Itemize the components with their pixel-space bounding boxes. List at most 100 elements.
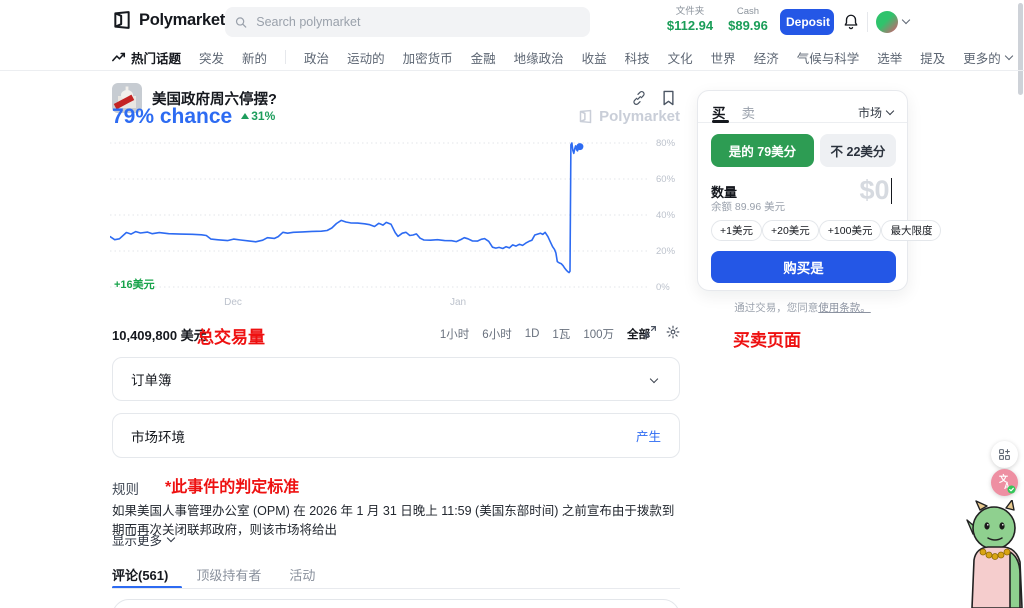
chevron-down-icon	[1005, 51, 1013, 59]
arrow-up-icon	[241, 113, 249, 119]
chance-display: 79% chance 31%	[112, 106, 275, 123]
order-book-chevron-down-icon[interactable]	[650, 375, 658, 383]
nav-item[interactable]: 文化	[668, 48, 693, 67]
x-axis-tick: Jan	[450, 297, 466, 308]
pnl-indicator: +16美元	[114, 276, 155, 292]
brand-logo[interactable]: Polymarket	[112, 10, 225, 30]
show-more-button[interactable]: 显示更多	[112, 530, 174, 549]
portfolio-label: 文件夹	[666, 6, 714, 17]
comment-input[interactable]	[112, 599, 680, 608]
quick-amount-chip[interactable]: +100美元	[819, 220, 882, 241]
price-chart[interactable]: 0%20%40%60%80%DecJan	[110, 128, 682, 312]
text-cursor	[891, 178, 893, 204]
order-book-card[interactable]: 订单簿	[112, 357, 680, 401]
y-axis-tick: 80%	[656, 138, 676, 149]
timeframe-button[interactable]: 1小时	[440, 326, 469, 342]
chart-watermark: Polymarket	[578, 108, 680, 125]
search-input[interactable]	[254, 14, 580, 30]
terms-notice: 通过交易，您同意使用条款。	[697, 300, 908, 315]
nav-item[interactable]: 新的	[242, 48, 267, 67]
nav-item[interactable]: 突发	[199, 48, 224, 67]
rules-title: 规则	[112, 478, 139, 498]
nav-item[interactable]: 经济	[754, 48, 779, 67]
y-axis-tick: 40%	[656, 210, 676, 221]
total-volume: 10,409,800 美元	[112, 325, 207, 344]
y-axis-tick: 0%	[656, 282, 670, 293]
expand-chart-icon[interactable]	[644, 325, 657, 338]
no-price-button[interactable]: 不 22美分	[820, 134, 896, 167]
bookmark-icon[interactable]	[661, 90, 676, 106]
cash-balance[interactable]: Cash $89.96	[726, 6, 770, 34]
buy-tab[interactable]: 买	[712, 102, 726, 122]
quick-amount-chip[interactable]: +20美元	[762, 220, 819, 241]
price-line	[110, 143, 580, 273]
nav-item[interactable]: 选举	[877, 48, 902, 67]
nav-item[interactable]: 收益	[582, 48, 607, 67]
nav-item-trending[interactable]: 热门话题	[112, 48, 181, 67]
price-chart-svg[interactable]: 0%20%40%60%80%DecJan	[110, 128, 682, 312]
cash-value: $89.96	[726, 17, 770, 34]
buy-yes-cta-button[interactable]: 购买是	[711, 251, 896, 283]
generate-context-link[interactable]: 产生	[636, 426, 661, 445]
nav-item[interactable]: 地缘政治	[514, 48, 564, 67]
brand-name: Polymarket	[139, 11, 225, 30]
search-bar[interactable]	[225, 7, 590, 37]
terms-link[interactable]: 使用条款。	[818, 302, 871, 314]
x-axis-tick: Dec	[224, 297, 242, 308]
nav-divider	[285, 50, 286, 64]
trade-panel: 买 卖 市场 是的 79美分 不 22美分 数量 余额 89.96 美元 $0 …	[697, 90, 908, 291]
widget-apps-button[interactable]	[991, 441, 1018, 468]
yes-price-button[interactable]: 是的 79美分	[711, 134, 814, 167]
nav-more-label: 更多的	[963, 48, 1001, 67]
top-header: Polymarket 文件夹 $112.94 Cash $89.96 Depos…	[0, 0, 1024, 44]
discussion-tabs: 评论(561) 顶级持有者 活动	[112, 565, 315, 584]
portfolio-value: $112.94	[666, 17, 714, 34]
order-book-title: 订单簿	[131, 369, 651, 389]
copy-link-icon[interactable]	[631, 90, 647, 106]
volume-row: 10,409,800 美元 总交易量 1小时6小时1D1瓦100万全部	[112, 323, 680, 343]
sell-tab[interactable]: 卖	[742, 102, 756, 122]
nav-item[interactable]: 提及	[920, 48, 945, 67]
nav-item[interactable]: 科技	[625, 48, 650, 67]
chance-change: 31%	[241, 109, 275, 123]
timeframe-button[interactable]: 100万	[583, 326, 614, 342]
deposit-button[interactable]: Deposit	[780, 9, 834, 35]
amount-input[interactable]: $0	[859, 175, 892, 206]
timeframe-button[interactable]: 1D	[525, 328, 540, 340]
market-main-column: 美国政府周六停摆? 79% chance 31% Polymarket	[112, 78, 680, 608]
show-more-label: 显示更多	[112, 530, 162, 549]
nav-item[interactable]: 加密货币	[403, 48, 453, 67]
order-type-dropdown[interactable]: 市场	[858, 104, 893, 121]
price-line-endpoint-dot	[576, 143, 583, 150]
nav-item[interactable]: 世界	[711, 48, 736, 67]
quick-amount-chip[interactable]: 最大限度	[881, 220, 941, 241]
tabs-border	[112, 588, 680, 589]
account-chevron-down-icon[interactable]	[902, 16, 910, 24]
quick-amount-chip[interactable]: +1美元	[711, 220, 762, 241]
timeframe-button[interactable]: 6小时	[482, 326, 511, 342]
portfolio-balance[interactable]: 文件夹 $112.94	[666, 6, 714, 34]
search-icon	[235, 16, 247, 29]
order-type-label: 市场	[858, 104, 882, 121]
annotation-volume: 总交易量	[197, 323, 265, 348]
nav-item[interactable]: 气候与科学	[797, 48, 860, 67]
balance-label: 余额 89.96 美元	[711, 199, 785, 214]
y-axis-tick: 60%	[656, 174, 676, 185]
nav-category-list: 政治运动的加密货币金融地缘政治收益科技文化世界经济气候与科学选举提及	[304, 48, 945, 67]
tab-comments[interactable]: 评论(561)	[112, 565, 168, 584]
tab-top-holders[interactable]: 顶级持有者	[196, 565, 261, 584]
nav-more-button[interactable]: 更多的	[963, 48, 1012, 67]
chart-settings-gear-icon[interactable]	[666, 325, 680, 339]
nav-item[interactable]: 运动的	[347, 48, 385, 67]
timeframe-button[interactable]: 1瓦	[552, 326, 570, 342]
notifications-bell-icon[interactable]	[842, 12, 860, 32]
tab-activity[interactable]: 活动	[289, 565, 315, 584]
trade-tabs-divider	[698, 122, 907, 123]
avatar[interactable]	[876, 11, 898, 33]
translate-widget-button[interactable]: 文 A	[991, 469, 1018, 496]
mascot-character	[966, 500, 1024, 608]
buy-tab-underline	[712, 120, 729, 123]
nav-featured-label: 热门话题	[131, 48, 181, 67]
nav-item[interactable]: 金融	[471, 48, 496, 67]
nav-item[interactable]: 政治	[304, 48, 329, 67]
